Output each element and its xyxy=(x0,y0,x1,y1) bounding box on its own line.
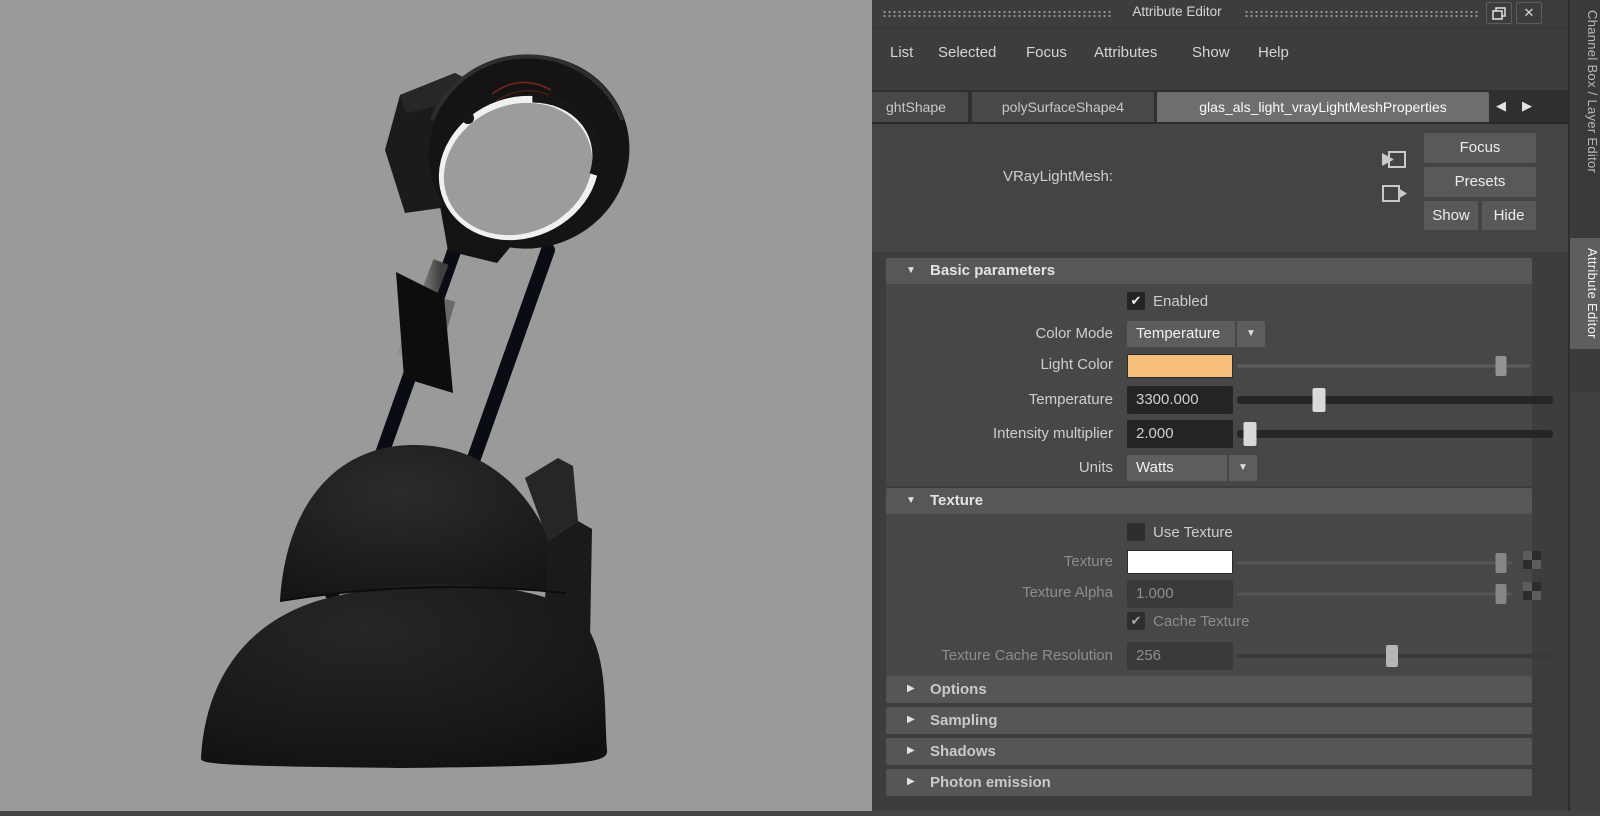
intensity-label: Intensity multiplier xyxy=(872,425,1113,442)
texture-map-button[interactable] xyxy=(1523,551,1541,574)
use-texture-checkbox[interactable] xyxy=(1127,523,1145,541)
menu-show[interactable]: Show xyxy=(1192,44,1230,61)
attribute-sections: ▼ Basic parameters ✔ Enabled Color Mode … xyxy=(872,252,1568,811)
collapse-triangle-icon: ▶ xyxy=(907,745,915,756)
cache-texture-label: Cache Texture xyxy=(1153,613,1249,630)
use-texture-label: Use Texture xyxy=(1153,524,1233,541)
float-window-button[interactable] xyxy=(1486,2,1512,24)
section-title: Sampling xyxy=(930,712,998,729)
section-shadows[interactable]: ▶ Shadows xyxy=(886,738,1532,765)
hide-button[interactable]: Hide xyxy=(1482,201,1536,230)
node-header: VRayLightMesh: light_vrayLightMeshProper… xyxy=(872,124,1568,252)
collapse-triangle-icon: ▶ xyxy=(907,714,915,725)
slider-handle[interactable] xyxy=(1496,553,1507,573)
output-connection-icon[interactable] xyxy=(1380,182,1408,208)
units-label: Units xyxy=(872,459,1113,476)
texture-alpha-field[interactable]: 1.000 xyxy=(1127,580,1233,608)
lamp-head xyxy=(385,27,657,277)
menu-list[interactable]: List xyxy=(890,44,913,61)
units-dropdown[interactable]: Watts xyxy=(1127,455,1227,481)
color-mode-dropdown-arrow[interactable]: ▼ xyxy=(1237,321,1265,347)
texture-alpha-map-button[interactable] xyxy=(1523,582,1541,605)
slider-handle[interactable] xyxy=(1243,422,1256,446)
drag-handle-icon[interactable] xyxy=(1244,10,1480,17)
node-type-label: VRayLightMesh: xyxy=(872,168,1113,185)
menu-attributes[interactable]: Attributes xyxy=(1094,44,1157,61)
temperature-slider[interactable] xyxy=(1237,386,1553,414)
enabled-checkbox[interactable]: ✔ xyxy=(1127,292,1145,310)
checker-icon xyxy=(1523,551,1541,569)
viewport-3d[interactable] xyxy=(0,0,872,811)
tab-prev-icon[interactable]: ◀ xyxy=(1496,98,1506,114)
collapse-triangle-icon: ▼ xyxy=(906,495,916,506)
collapse-triangle-icon: ▶ xyxy=(907,683,915,694)
slider-handle[interactable] xyxy=(1495,356,1506,376)
menu-help[interactable]: Help xyxy=(1258,44,1289,61)
section-title: Texture xyxy=(930,492,983,509)
temperature-label: Temperature xyxy=(872,391,1113,408)
section-title: Options xyxy=(930,681,987,698)
enabled-label: Enabled xyxy=(1153,293,1208,310)
intensity-field[interactable]: 2.000 xyxy=(1127,420,1233,448)
texture-alpha-slider[interactable] xyxy=(1237,580,1512,608)
presets-button[interactable]: Presets xyxy=(1424,167,1536,197)
panel-menubar: List Selected Focus Attributes Show Help xyxy=(872,40,1568,72)
checker-icon xyxy=(1523,582,1541,600)
section-title: Photon emission xyxy=(930,774,1051,791)
section-title: Shadows xyxy=(930,743,996,760)
section-basic-parameters[interactable]: ▼ Basic parameters xyxy=(886,258,1532,284)
show-button[interactable]: Show xyxy=(1424,201,1478,230)
section-texture[interactable]: ▼ Texture xyxy=(886,488,1532,514)
cache-texture-checkbox[interactable]: ✔ xyxy=(1127,612,1145,630)
texture-swatch[interactable] xyxy=(1127,550,1233,574)
close-button[interactable]: ✕ xyxy=(1516,2,1542,24)
chevron-down-icon: ▼ xyxy=(1238,462,1248,473)
panel-titlebar[interactable]: Attribute Editor ✕ xyxy=(872,0,1568,28)
texture-slider[interactable] xyxy=(1237,549,1512,577)
light-color-slider[interactable] xyxy=(1237,352,1530,380)
tab-vraylightmeshproperties[interactable]: glas_als_light_vrayLightMeshProperties xyxy=(1157,92,1489,122)
close-icon: ✕ xyxy=(1524,5,1535,20)
menu-focus[interactable]: Focus xyxy=(1026,44,1067,61)
texture-alpha-label: Texture Alpha xyxy=(872,584,1113,601)
focus-button[interactable]: Focus xyxy=(1424,133,1536,163)
node-tabbar: ghtShape polySurfaceShape4 glas_als_ligh… xyxy=(872,90,1568,124)
slider-handle[interactable] xyxy=(1386,645,1398,667)
panel-dock-sidebar: Channel Box / Layer Editor Attribute Edi… xyxy=(1568,0,1600,811)
texture-label: Texture xyxy=(872,553,1113,570)
collapse-triangle-icon: ▼ xyxy=(906,265,916,276)
color-mode-dropdown[interactable]: Temperature xyxy=(1127,321,1235,347)
cache-resolution-label: Texture Cache Resolution xyxy=(872,647,1113,664)
lamp-base xyxy=(201,445,607,768)
section-title: Basic parameters xyxy=(930,262,1055,279)
float-restore-icon xyxy=(1492,7,1506,20)
section-sampling[interactable]: ▶ Sampling xyxy=(886,707,1532,734)
sidebar-empty-area xyxy=(1570,392,1600,811)
color-mode-label: Color Mode xyxy=(872,325,1113,342)
section-options[interactable]: ▶ Options xyxy=(886,676,1532,703)
tab-lightshape[interactable]: ghtShape xyxy=(872,92,968,122)
sidebar-tab-channel-box[interactable]: Channel Box / Layer Editor xyxy=(1572,10,1600,173)
sidebar-tab-attribute-editor[interactable]: Attribute Editor xyxy=(1570,238,1600,349)
collapse-triangle-icon: ▶ xyxy=(907,776,915,787)
chevron-down-icon: ▼ xyxy=(1246,328,1256,339)
cache-resolution-slider[interactable] xyxy=(1237,642,1553,670)
cache-resolution-field[interactable]: 256 xyxy=(1127,642,1233,670)
light-color-swatch[interactable] xyxy=(1127,354,1233,378)
tab-next-icon[interactable]: ▶ xyxy=(1522,98,1532,114)
slider-handle[interactable] xyxy=(1496,584,1507,604)
slider-handle[interactable] xyxy=(1313,388,1326,412)
units-dropdown-arrow[interactable]: ▼ xyxy=(1229,455,1257,481)
light-color-label: Light Color xyxy=(872,356,1113,373)
attribute-editor-panel: Attribute Editor ✕ List Selected Focus A… xyxy=(872,0,1568,811)
intensity-slider[interactable] xyxy=(1237,420,1553,448)
section-photon-emission[interactable]: ▶ Photon emission xyxy=(886,769,1532,796)
lamp-model xyxy=(0,0,872,811)
tab-polysurfaceshape4[interactable]: polySurfaceShape4 xyxy=(972,92,1154,122)
input-connection-icon[interactable] xyxy=(1380,148,1408,174)
menu-selected[interactable]: Selected xyxy=(938,44,996,61)
temperature-field[interactable]: 3300.000 xyxy=(1127,386,1233,414)
